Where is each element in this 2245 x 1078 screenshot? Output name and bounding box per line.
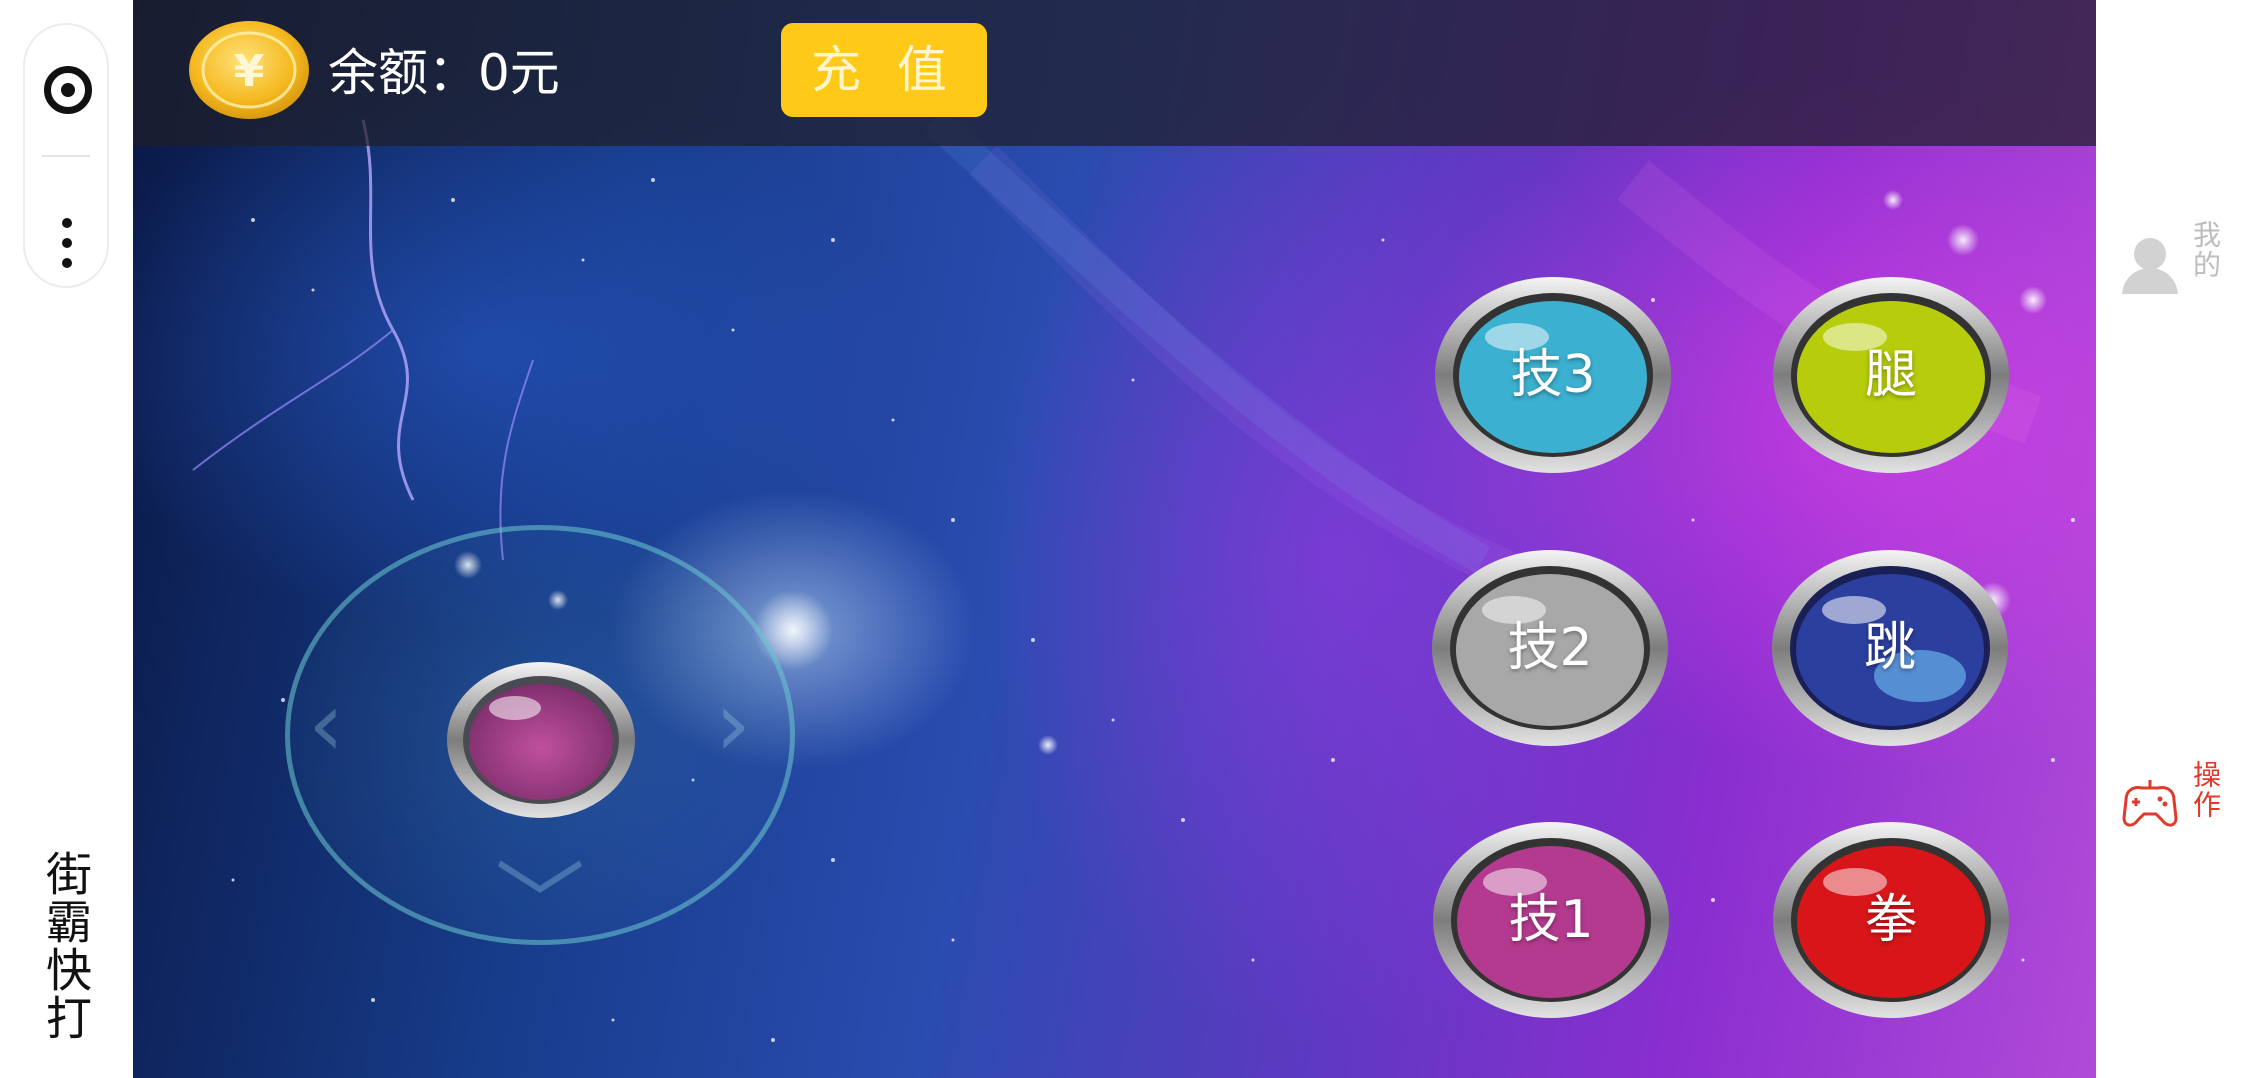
kick-label: 腿	[1864, 345, 1917, 405]
joystick-down-arrow: ﹀	[495, 852, 585, 957]
tab-mine[interactable]: 我的	[2116, 220, 2226, 340]
gamepad-icon	[2122, 780, 2178, 827]
app-title: 街霸快打	[39, 850, 93, 1042]
punch-button[interactable]: 拳	[1771, 820, 2011, 1020]
mini-program-sidebar: 街霸快打	[0, 0, 133, 1078]
coin-symbol: ¥	[234, 46, 265, 97]
tab-bar: 我的 操作	[2096, 0, 2245, 1078]
capsule-menu	[23, 23, 109, 288]
user-icon	[2122, 238, 2178, 294]
target-icon[interactable]	[44, 66, 92, 114]
more-icon[interactable]	[62, 218, 72, 268]
top-bar: ¥ 余额：0元 充 值	[133, 0, 2096, 146]
recharge-button[interactable]: 充 值	[781, 23, 987, 117]
skill2-label: 技2	[1507, 618, 1593, 678]
joystick-left-arrow: ‹	[308, 672, 344, 777]
tab-operate[interactable]: 操作	[2116, 760, 2226, 880]
capsule-divider	[42, 155, 90, 157]
punch-label: 拳	[1864, 890, 1917, 950]
jump-label: 跳	[1863, 618, 1916, 678]
kick-button[interactable]: 腿	[1771, 275, 2011, 475]
skill2-button[interactable]: 技2	[1430, 548, 1670, 748]
jump-button[interactable]: 跳	[1770, 548, 2010, 748]
game-area: ¥ 余额：0元 充 值 ‹ › ﹀ 技3 腿 技2 跳 技1 拳	[133, 0, 2096, 1078]
skill1-button[interactable]: 技1	[1431, 820, 1671, 1020]
skill3-label: 技3	[1510, 345, 1596, 405]
skill1-label: 技1	[1508, 890, 1594, 950]
coin-icon: ¥	[189, 21, 309, 119]
skill3-button[interactable]: 技3	[1433, 275, 1673, 475]
balance-label: 余额：0元	[328, 44, 560, 102]
tab-operate-label: 操作	[2189, 760, 2222, 820]
joystick-knob[interactable]	[445, 660, 637, 820]
tab-mine-label: 我的	[2189, 220, 2222, 280]
joystick-right-arrow: ›	[715, 672, 751, 777]
